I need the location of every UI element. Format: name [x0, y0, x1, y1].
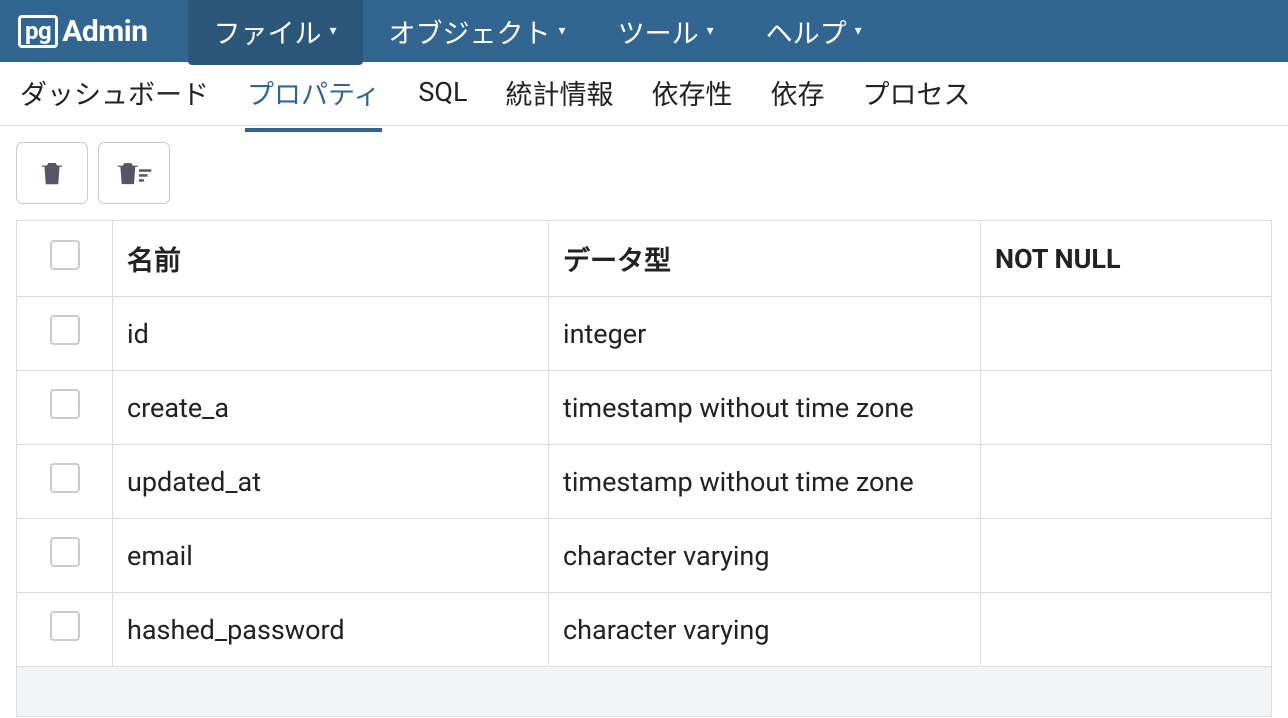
- cell-name[interactable]: hashed_password: [113, 593, 549, 667]
- delete-button[interactable]: [16, 142, 88, 204]
- cell-name[interactable]: id: [113, 297, 549, 371]
- table-row[interactable]: create_atimestamp without time zone: [17, 371, 1272, 445]
- table-row[interactable]: idinteger: [17, 297, 1272, 371]
- chevron-down-icon: ▾: [330, 23, 337, 39]
- cell-notnull[interactable]: [981, 519, 1272, 593]
- row-checkbox[interactable]: [50, 611, 80, 641]
- chevron-down-icon: ▾: [559, 23, 566, 39]
- row-checkbox[interactable]: [50, 537, 80, 567]
- tab-dashboard[interactable]: ダッシュボード: [18, 57, 211, 132]
- header-notnull[interactable]: NOT NULL: [981, 221, 1272, 297]
- tab-properties[interactable]: プロパティ: [245, 57, 382, 132]
- cell-datatype[interactable]: timestamp without time zone: [549, 445, 981, 519]
- trash-icon: [37, 156, 67, 190]
- cell-notnull[interactable]: [981, 371, 1272, 445]
- logo-box: pg: [18, 15, 58, 48]
- cell-notnull[interactable]: [981, 445, 1272, 519]
- row-checkbox-cell: [17, 371, 113, 445]
- tab-dependencies[interactable]: 依存性: [650, 57, 735, 132]
- menu-object-label: オブジェクト: [389, 12, 551, 51]
- table-row[interactable]: updated_attimestamp without time zone: [17, 445, 1272, 519]
- menu-tools-label: ツール: [618, 12, 699, 51]
- select-all-checkbox[interactable]: [50, 240, 80, 270]
- delete-cascade-button[interactable]: [98, 142, 170, 204]
- menu-file[interactable]: ファイル ▾: [188, 0, 363, 65]
- tab-dependents[interactable]: 依存: [769, 57, 827, 132]
- cell-name[interactable]: updated_at: [113, 445, 549, 519]
- menu-help-label: ヘルプ: [766, 12, 847, 51]
- tab-sql[interactable]: SQL: [416, 60, 469, 128]
- table-row[interactable]: emailcharacter varying: [17, 519, 1272, 593]
- trash-lines-icon: [113, 156, 155, 190]
- tab-processes[interactable]: プロセス: [861, 57, 973, 132]
- top-navbar: pgAdmin ファイル ▾ オブジェクト ▾ ツール ▾ ヘルプ ▾: [0, 0, 1288, 62]
- app-logo: pgAdmin: [18, 14, 148, 49]
- chevron-down-icon: ▾: [707, 23, 714, 39]
- columns-table: 名前 データ型 NOT NULL idintegercreate_atimest…: [16, 220, 1272, 667]
- chevron-down-icon: ▾: [855, 23, 862, 39]
- row-checkbox[interactable]: [50, 315, 80, 345]
- cell-name[interactable]: email: [113, 519, 549, 593]
- row-checkbox[interactable]: [50, 463, 80, 493]
- header-name[interactable]: 名前: [113, 221, 549, 297]
- menu-file-label: ファイル: [214, 12, 322, 51]
- table-header-row: 名前 データ型 NOT NULL: [17, 221, 1272, 297]
- columns-table-wrap: 名前 データ型 NOT NULL idintegercreate_atimest…: [0, 220, 1288, 717]
- cell-datatype[interactable]: character varying: [549, 593, 981, 667]
- cell-datatype[interactable]: timestamp without time zone: [549, 371, 981, 445]
- menu-help[interactable]: ヘルプ ▾: [740, 0, 888, 65]
- menu-object[interactable]: オブジェクト ▾: [363, 0, 592, 65]
- cell-notnull[interactable]: [981, 297, 1272, 371]
- toolbar: [0, 126, 1288, 220]
- cell-datatype[interactable]: character varying: [549, 519, 981, 593]
- main-menu: ファイル ▾ オブジェクト ▾ ツール ▾ ヘルプ ▾: [188, 0, 888, 65]
- menu-tools[interactable]: ツール ▾: [592, 0, 740, 65]
- row-checkbox-cell: [17, 593, 113, 667]
- row-checkbox-cell: [17, 297, 113, 371]
- cell-name[interactable]: create_a: [113, 371, 549, 445]
- cell-datatype[interactable]: integer: [549, 297, 981, 371]
- tab-bar: ダッシュボード プロパティ SQL 統計情報 依存性 依存 プロセス: [0, 62, 1288, 126]
- tab-statistics[interactable]: 統計情報: [504, 57, 616, 132]
- row-checkbox[interactable]: [50, 389, 80, 419]
- header-checkbox-cell: [17, 221, 113, 297]
- row-checkbox-cell: [17, 445, 113, 519]
- cell-notnull[interactable]: [981, 593, 1272, 667]
- logo-text: Admin: [62, 14, 147, 49]
- header-datatype[interactable]: データ型: [549, 221, 981, 297]
- row-checkbox-cell: [17, 519, 113, 593]
- table-row[interactable]: hashed_passwordcharacter varying: [17, 593, 1272, 667]
- table-footer: [16, 667, 1272, 717]
